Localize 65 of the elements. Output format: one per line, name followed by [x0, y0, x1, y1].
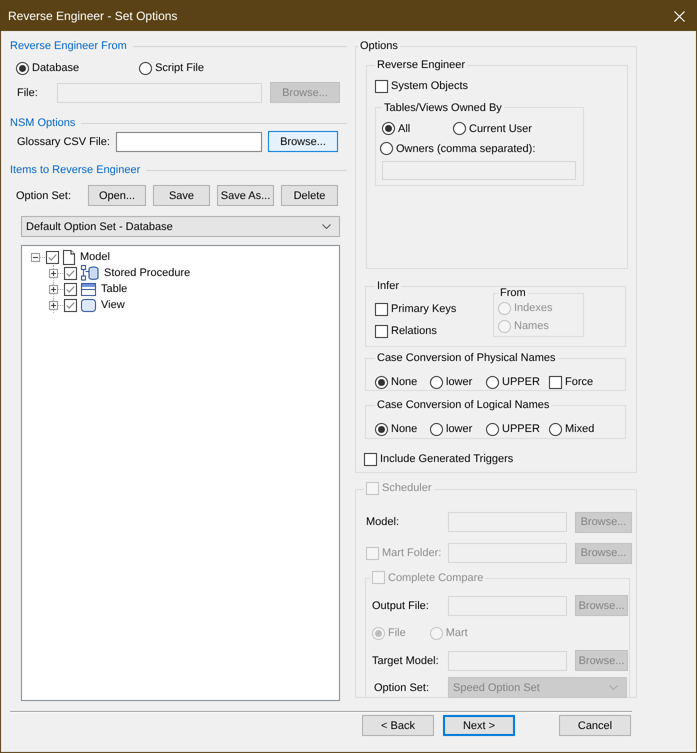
input-field[interactable]: [116, 132, 262, 152]
radio-button[interactable]: lower: [430, 374, 472, 390]
checkbox[interactable]: Include Generated Triggers: [364, 451, 514, 467]
option-set-button[interactable]: Save As...: [217, 185, 274, 206]
dropdown[interactable]: Default Option Set - Database: [21, 216, 340, 237]
checkbox[interactable]: Primary Keys: [375, 301, 456, 317]
view-icon: [81, 298, 96, 312]
checkbox[interactable]: [64, 266, 77, 280]
checkbox[interactable]: Force: [549, 374, 594, 390]
expand-icon[interactable]: [49, 300, 58, 310]
field-label: Model:: [366, 516, 400, 528]
database-icon: [81, 265, 99, 281]
field-label: Target Model:: [372, 654, 440, 666]
checkbox[interactable]: [46, 250, 59, 264]
radio-button[interactable]: Mixed: [549, 421, 594, 437]
chevron-icon: [609, 685, 618, 690]
radio-button[interactable]: UPPER: [486, 374, 540, 390]
checkbox[interactable]: [64, 282, 77, 296]
field-label: Option Set:: [373, 682, 430, 694]
radio-button[interactable]: UPPER: [486, 421, 540, 437]
wizard-button[interactable]: Cancel: [559, 715, 631, 736]
tree-item[interactable]: Stored Procedure: [104, 267, 190, 279]
radio-button[interactable]: Current User: [453, 120, 532, 136]
wizard-button[interactable]: < Back: [362, 715, 434, 736]
collapse-icon[interactable]: [31, 252, 40, 262]
wizard-button[interactable]: Next >: [443, 715, 515, 736]
section-heading: Reverse Engineer From: [10, 40, 127, 52]
checkbox[interactable]: Relations: [375, 323, 456, 339]
radio-button[interactable]: lower: [430, 421, 472, 437]
radio-button[interactable]: All: [382, 120, 431, 136]
option-set-button[interactable]: Delete: [281, 185, 338, 206]
tree-item[interactable]: Model: [80, 251, 110, 263]
field-label: File:: [17, 86, 39, 98]
chevron-icon: [322, 224, 331, 229]
close-button[interactable]: [674, 10, 685, 22]
radio-button[interactable]: Database: [16, 60, 80, 76]
group-label: Infer: [376, 279, 400, 293]
expand-icon[interactable]: [49, 284, 58, 294]
radio-button[interactable]: Script File: [139, 60, 204, 76]
section-heading: NSM Options: [10, 117, 76, 129]
radio-button[interactable]: None: [375, 421, 418, 437]
browse-button[interactable]: Browse...: [268, 131, 338, 152]
group-label: Case Conversion of Physical Names: [376, 351, 557, 365]
field-label: Option Set:: [16, 190, 72, 202]
checkbox[interactable]: [64, 298, 77, 312]
close-icon: [674, 10, 685, 22]
section-heading: Items to Reverse Engineer: [10, 164, 140, 176]
radio-button[interactable]: None: [375, 374, 418, 390]
group-label: Case Conversion of Logical Names: [376, 398, 550, 412]
tree-item[interactable]: View: [101, 299, 125, 311]
option-set-button[interactable]: Save: [153, 185, 210, 206]
document-icon: [63, 250, 75, 264]
expand-icon[interactable]: [49, 268, 58, 278]
table-icon: [81, 282, 96, 296]
checkbox[interactable]: System Objects: [375, 78, 468, 94]
option-set-button[interactable]: Open...: [88, 185, 146, 206]
group-label: From: [499, 286, 527, 300]
field-label: Glossary CSV File:: [17, 136, 110, 148]
tree-item[interactable]: Table: [101, 283, 128, 295]
window-title: Reverse Engineer - Set Options: [8, 9, 178, 23]
field-label: Output File:: [372, 600, 430, 612]
radio-button[interactable]: Owners (comma separated):: [380, 140, 536, 156]
group-label: Tables/Views Owned By: [383, 100, 503, 114]
group-label: Reverse Engineer: [376, 58, 466, 72]
group-label: Options: [359, 39, 399, 53]
